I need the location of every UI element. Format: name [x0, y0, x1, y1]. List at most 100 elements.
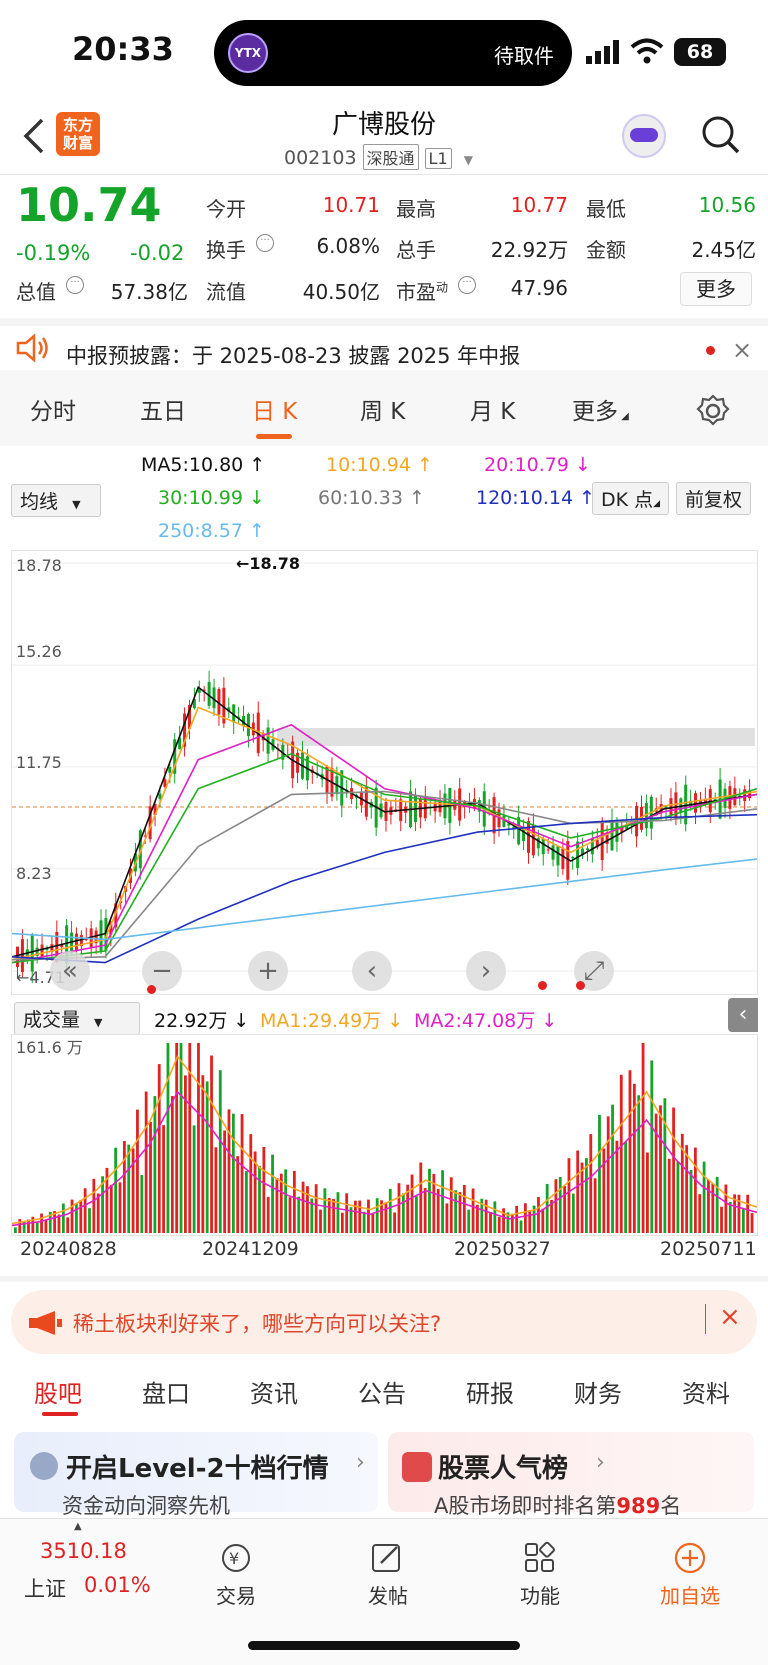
- search-icon[interactable]: [700, 114, 742, 156]
- volume-bar: [563, 1185, 567, 1233]
- pe-sup: 动: [436, 280, 449, 295]
- tab-profile[interactable]: 资料: [682, 1374, 730, 1409]
- tab-intraday[interactable]: 分时: [30, 392, 76, 426]
- volume-bar: [624, 1141, 628, 1233]
- ma30-legend: 30:10.99 ↓: [158, 487, 265, 509]
- volume-bar: [175, 1043, 179, 1233]
- volume-bar: [519, 1220, 523, 1233]
- event-dot[interactable]: [576, 981, 585, 990]
- mcap-label: 总值: [16, 280, 56, 304]
- tab-daily-k[interactable]: 日 K: [252, 392, 297, 426]
- tab-finance[interactable]: 财务: [574, 1374, 622, 1409]
- info-icon[interactable]: ···: [458, 276, 476, 294]
- volume-bar: [314, 1184, 318, 1233]
- more-button[interactable]: 更多: [680, 272, 752, 306]
- svg-text:¥: ¥: [229, 1549, 239, 1568]
- volume-bar: [170, 1096, 174, 1233]
- tab-guba[interactable]: 股吧: [34, 1374, 82, 1409]
- signal-icon: [586, 40, 619, 64]
- info-icon[interactable]: ···: [256, 234, 274, 252]
- index-change[interactable]: 0.01%: [84, 1573, 151, 1597]
- volume-chart[interactable]: 161.6 万: [11, 1034, 758, 1236]
- nav-post-label: 发帖: [368, 1584, 408, 1608]
- tab-news[interactable]: 资讯: [250, 1374, 298, 1409]
- y-tick-0: 18.78: [16, 556, 62, 575]
- candle-body: [610, 820, 614, 851]
- dynamic-island[interactable]: YTX 待取件: [214, 20, 572, 86]
- chart-period-tabs: 分时 五日 日 K 周 K 月 K 更多 ◢: [0, 370, 768, 446]
- event-dot[interactable]: [538, 981, 547, 990]
- k-line-svg: 18.78 15.26 11.75 8.23 ←4.71 ←18.78: [11, 554, 758, 987]
- volume-bar: [162, 1125, 165, 1233]
- pe-value: 47.96: [510, 276, 568, 300]
- amount-value: 2.45亿: [691, 238, 756, 262]
- tab-monthly-k[interactable]: 月 K: [470, 392, 515, 426]
- chevron-right-icon: ›: [596, 1450, 605, 1475]
- volume-bar: [258, 1165, 261, 1233]
- prev-icon[interactable]: ‹: [352, 951, 392, 991]
- nav-trade-label: 交易: [216, 1584, 256, 1608]
- volume-bar: [576, 1150, 580, 1233]
- volume-bar: [541, 1208, 545, 1233]
- ma-selector[interactable]: 均线 ▼: [11, 484, 101, 517]
- tab-pankou[interactable]: 盘口: [142, 1374, 190, 1409]
- close-icon[interactable]: ×: [732, 336, 752, 364]
- tab-more[interactable]: 更多 ◢: [572, 392, 629, 426]
- nav-function[interactable]: 功能: [490, 1541, 590, 1609]
- tab-research[interactable]: 研报: [466, 1374, 514, 1409]
- index-name[interactable]: 上证: [24, 1573, 66, 1603]
- robot-assistant-icon[interactable]: [622, 114, 666, 158]
- info-icon[interactable]: ···: [66, 276, 84, 294]
- collapse-icon[interactable]: ‹: [728, 998, 758, 1032]
- volume-bar: [127, 1144, 131, 1233]
- volume-bar: [415, 1196, 418, 1233]
- adjust-button[interactable]: 前复权: [676, 482, 752, 515]
- candle-body: [20, 939, 24, 972]
- candle-body: [561, 848, 565, 870]
- promo-banner[interactable]: 稀土板块利好来了，哪些方向可以关注? ×: [11, 1290, 757, 1354]
- volume-bar: [707, 1179, 710, 1233]
- dk-point-button[interactable]: DK 点◢: [592, 482, 670, 515]
- stock-code: 002103: [284, 147, 357, 169]
- next-icon[interactable]: ›: [466, 951, 506, 991]
- volume-bar: [245, 1171, 248, 1233]
- volume-bar: [693, 1147, 697, 1233]
- nav-add-watchlist[interactable]: 加自选: [640, 1541, 740, 1609]
- dropdown-icon: ▼: [94, 1016, 103, 1029]
- tab-5day[interactable]: 五日: [140, 392, 186, 426]
- ma-selector-label: 均线: [20, 491, 59, 513]
- tab-announcements[interactable]: 公告: [358, 1374, 406, 1409]
- k-line-chart[interactable]: 18.78 15.26 11.75 8.23 ←4.71 ←18.78 « − …: [11, 550, 758, 995]
- rewind-icon[interactable]: «: [50, 951, 90, 991]
- gear-icon[interactable]: [696, 394, 730, 428]
- zoom-in-icon[interactable]: +: [248, 951, 288, 991]
- volume-selector[interactable]: 成交量 ▼: [14, 1002, 140, 1035]
- volume-bar: [88, 1208, 91, 1233]
- candle-body: [526, 821, 530, 853]
- close-icon[interactable]: ×: [719, 1302, 741, 1332]
- tab-weekly-k[interactable]: 周 K: [360, 392, 405, 426]
- level2-card[interactable]: 开启Level-2十档行情 › 资金动向洞察先机: [14, 1432, 378, 1518]
- x-label-3: 20250711: [660, 1238, 757, 1260]
- stock-code-row[interactable]: 002103 深股通 L1 ▼: [284, 144, 473, 170]
- low-value: 10.56: [698, 193, 756, 217]
- candle-body: [556, 845, 560, 866]
- volume-bar: [497, 1217, 501, 1233]
- volume-bar: [397, 1183, 401, 1233]
- volume-bar: [715, 1176, 719, 1233]
- vol-legend: 22.92万 ↓: [154, 1010, 250, 1032]
- nav-trade[interactable]: ¥ 交易: [186, 1541, 286, 1609]
- ranking-icon: [402, 1452, 432, 1482]
- popularity-card[interactable]: 股票人气榜 › A股市场即时排名第989名: [388, 1432, 754, 1518]
- volume-bar: [210, 1055, 213, 1233]
- volume-bar: [659, 1105, 662, 1233]
- nav-post[interactable]: 发帖: [338, 1541, 438, 1609]
- volume-bar: [641, 1043, 645, 1233]
- event-dot[interactable]: [147, 985, 156, 994]
- last-price: 10.74: [16, 178, 162, 232]
- ma-line-ma250: [11, 858, 758, 941]
- nav-function-label: 功能: [520, 1584, 560, 1608]
- index-value[interactable]: 3510.18: [40, 1539, 127, 1563]
- volume-bar: [66, 1217, 70, 1233]
- notice-bar[interactable]: 中报预披露：于 2025-08-23 披露 2025 年中报 ×: [0, 326, 768, 370]
